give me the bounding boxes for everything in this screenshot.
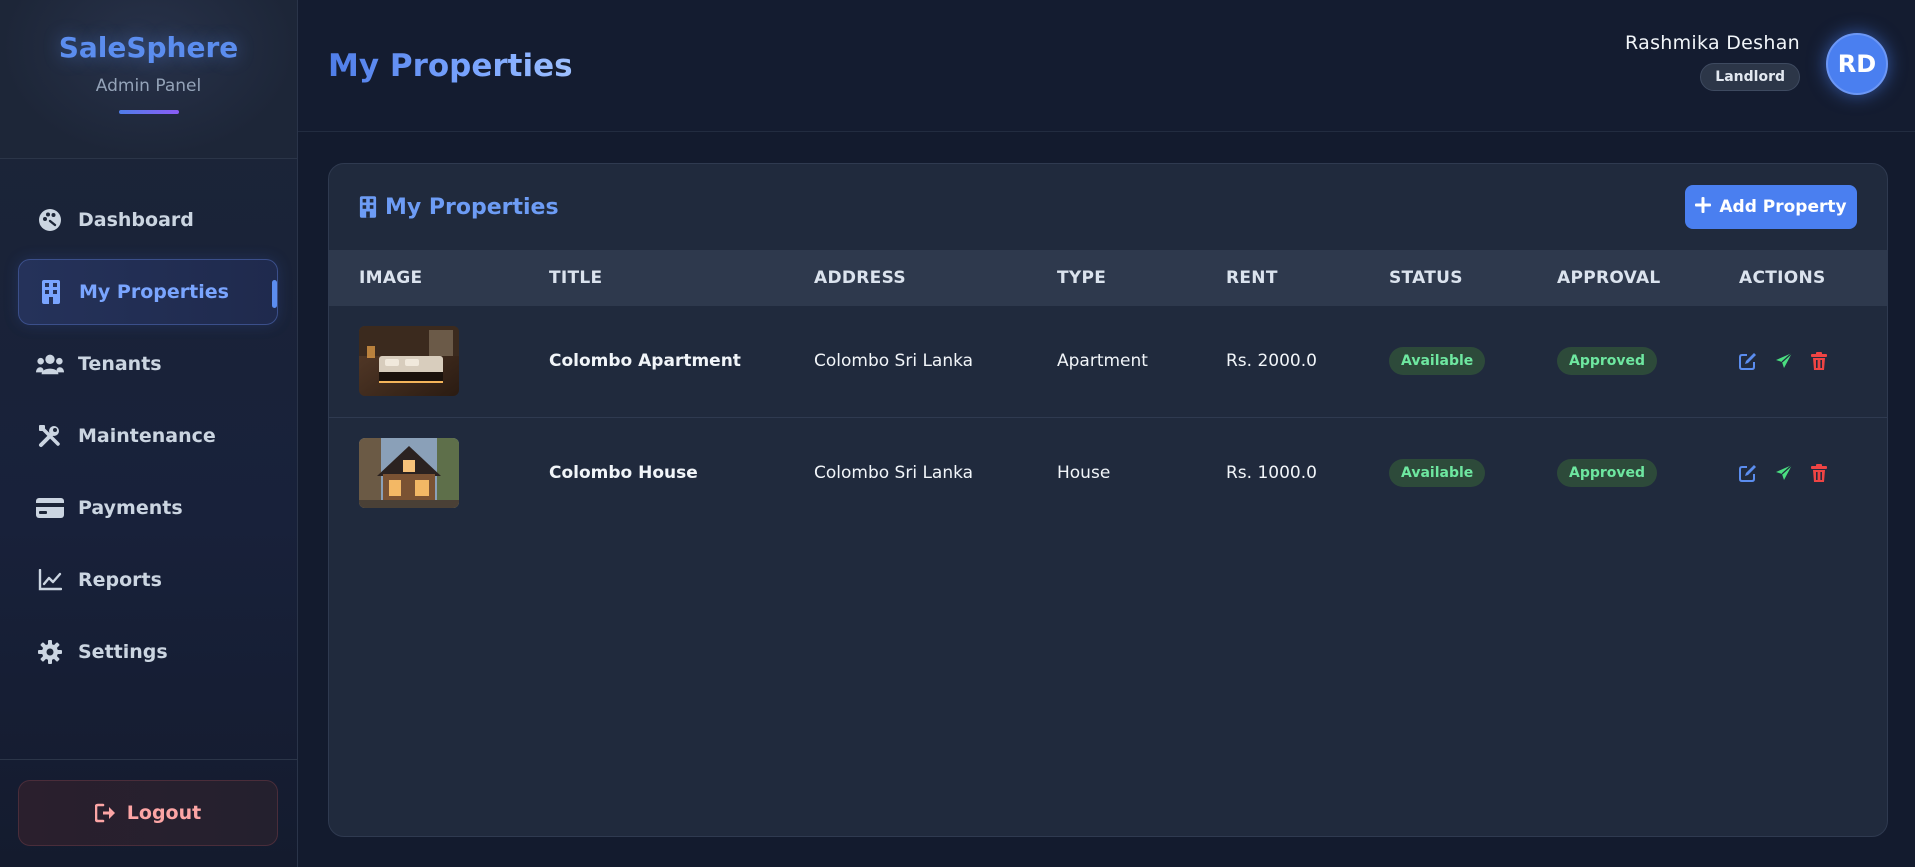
column-header: IMAGE (359, 268, 423, 288)
building-icon (359, 196, 377, 218)
card-title-text: My Properties (385, 194, 559, 220)
sidebar: SaleSphere Admin Panel Dashboard My Prop… (0, 0, 298, 867)
sidebar-item-my-properties[interactable]: My Properties (18, 259, 278, 325)
column-header: STATUS (1389, 268, 1463, 288)
property-rent: Rs. 1000.0 (1226, 462, 1317, 483)
plus-icon (1695, 196, 1712, 218)
brand-underline (118, 110, 179, 114)
edit-icon[interactable] (1739, 352, 1757, 371)
credit-card-icon (36, 494, 64, 522)
column-header: APPROVAL (1557, 268, 1661, 288)
property-type: House (1057, 462, 1111, 483)
building-icon (37, 278, 65, 306)
approval-badge: Approved (1557, 458, 1658, 487)
property-title[interactable]: Colombo Apartment (549, 306, 814, 417)
logout-button[interactable]: Logout (18, 780, 278, 846)
property-title[interactable]: Colombo House (549, 417, 814, 528)
properties-table: IMAGE TITLE ADDRESS TYPE RENT STATUS APP… (329, 250, 1887, 528)
sidebar-item-dashboard[interactable]: Dashboard (18, 187, 278, 253)
sidebar-item-label: Payments (78, 497, 183, 519)
sidebar-item-payments[interactable]: Payments (18, 475, 278, 541)
brand-subtitle: Admin Panel (95, 76, 202, 96)
avatar[interactable]: RD (1826, 33, 1888, 95)
sidebar-item-tenants[interactable]: Tenants (18, 331, 278, 397)
sidebar-item-label: Reports (78, 569, 162, 591)
card-title: My Properties (359, 195, 559, 220)
send-icon[interactable] (1775, 464, 1793, 482)
add-property-label: Add Property (1719, 197, 1847, 217)
app-root: SaleSphere Admin Panel Dashboard My Prop… (0, 0, 1915, 867)
property-thumbnail[interactable] (359, 437, 459, 508)
status-badge: Available (1389, 458, 1486, 487)
send-icon[interactable] (1775, 352, 1793, 370)
table-header-row: IMAGE TITLE ADDRESS TYPE RENT STATUS APP… (329, 250, 1887, 306)
sidebar-item-label: Maintenance (78, 425, 216, 447)
page-title: My Properties (328, 48, 573, 84)
users-icon (36, 350, 64, 378)
column-header: ACTIONS (1739, 268, 1826, 288)
property-rent: Rs. 2000.0 (1226, 351, 1317, 372)
sidebar-nav: Dashboard My Properties Tenants Maintena… (18, 187, 278, 691)
row-actions (1739, 463, 1887, 482)
sign-out-icon (94, 803, 117, 823)
property-address: Colombo Sri Lanka (814, 351, 974, 372)
sidebar-item-maintenance[interactable]: Maintenance (18, 403, 278, 469)
brand-block: SaleSphere Admin Panel (0, 0, 297, 159)
edit-icon[interactable] (1739, 464, 1757, 482)
logout-label: Logout (126, 802, 202, 824)
approval-badge: Approved (1557, 347, 1658, 376)
property-type: Apartment (1057, 351, 1148, 372)
logout-section: Logout (0, 759, 298, 867)
sidebar-item-label: Dashboard (78, 209, 194, 231)
table-row: Colombo House Colombo Sri Lanka House Rs… (329, 417, 1887, 528)
chart-line-icon (36, 566, 64, 594)
delete-icon[interactable] (1811, 463, 1827, 482)
row-actions (1739, 352, 1887, 371)
card-header: My Properties Add Property (329, 164, 1887, 250)
tools-icon (36, 422, 64, 450)
add-property-button[interactable]: Add Property (1685, 185, 1857, 229)
sidebar-item-settings[interactable]: Settings (18, 619, 278, 685)
property-thumbnail[interactable] (359, 326, 459, 397)
gear-icon (36, 638, 64, 666)
brand-name[interactable]: SaleSphere (59, 31, 239, 64)
table-row: Colombo Apartment Colombo Sri Lanka Apar… (329, 306, 1887, 417)
user-name: Rashmika Deshan (1625, 32, 1800, 54)
column-header: TITLE (549, 268, 603, 288)
user-info[interactable]: Rashmika Deshan Landlord (1625, 32, 1800, 91)
column-header: ADDRESS (814, 268, 906, 288)
sidebar-item-label: My Properties (79, 281, 229, 303)
delete-icon[interactable] (1811, 352, 1827, 371)
sidebar-item-label: Settings (78, 641, 168, 663)
active-indicator (272, 280, 277, 308)
topbar: My Properties Rashmika Deshan Landlord R… (298, 0, 1915, 132)
sidebar-item-reports[interactable]: Reports (18, 547, 278, 613)
property-address: Colombo Sri Lanka (814, 462, 974, 483)
main-content: My Properties Rashmika Deshan Landlord R… (298, 0, 1915, 867)
status-badge: Available (1389, 347, 1486, 376)
palette-icon (36, 206, 64, 234)
sidebar-item-label: Tenants (78, 353, 162, 375)
user-role-badge: Landlord (1700, 63, 1800, 91)
properties-card: My Properties Add Property IMAGE TITLE A… (328, 163, 1888, 837)
column-header: TYPE (1057, 268, 1107, 288)
column-header: RENT (1226, 268, 1278, 288)
